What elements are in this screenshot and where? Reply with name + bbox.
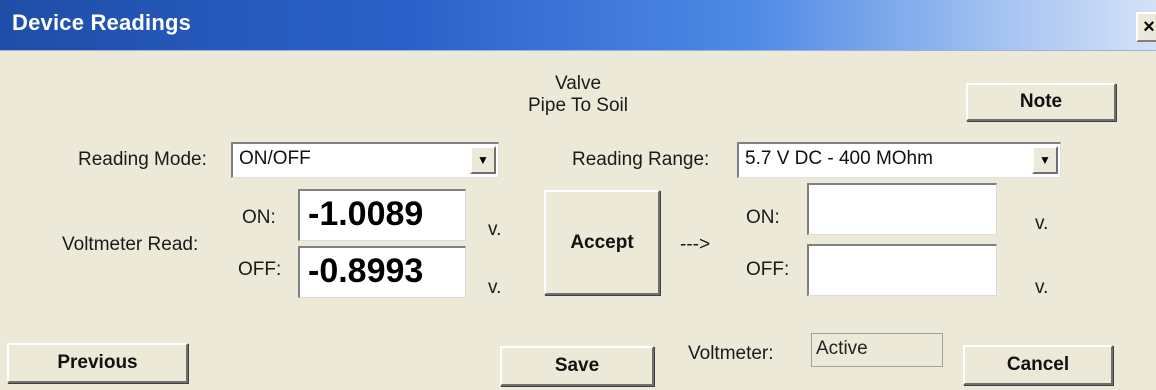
chevron-down-icon[interactable]: ▼ — [1032, 146, 1058, 174]
reading-range-label: Reading Range: — [572, 149, 710, 170]
on-label: ON: — [242, 207, 276, 228]
on-unit-label: v. — [488, 219, 502, 240]
off-unit-label: v. — [488, 277, 502, 298]
note-button[interactable]: Note — [966, 83, 1116, 121]
reading-mode-value: ON/OFF — [239, 148, 311, 169]
accepted-off-unit: v. — [1035, 277, 1049, 298]
save-button[interactable]: Save — [500, 346, 654, 386]
reading-range-value: 5.7 V DC - 400 MOhm — [745, 148, 933, 169]
voltmeter-status-label: Voltmeter: — [688, 343, 774, 364]
voltmeter-read-label: Voltmeter Read: — [62, 234, 199, 255]
voltmeter-status-field: Active — [811, 333, 943, 367]
off-label: OFF: — [238, 259, 282, 280]
window-title: Device Readings — [12, 10, 192, 35]
previous-button[interactable]: Previous — [7, 343, 188, 383]
on-reading-field: -1.0089 — [298, 189, 466, 241]
accept-button[interactable]: Accept — [544, 190, 660, 295]
chevron-down-icon[interactable]: ▼ — [470, 146, 496, 174]
reading-mode-label: Reading Mode: — [78, 149, 207, 170]
header-line-1: Valve — [554, 73, 602, 94]
off-reading-field: -0.8993 — [298, 246, 466, 298]
arrow-label: ---> — [680, 234, 711, 255]
close-icon[interactable]: × — [1136, 12, 1156, 42]
accepted-off-label: OFF: — [746, 259, 790, 280]
title-bar: Device Readings × — [0, 0, 1156, 51]
accepted-on-label: ON: — [746, 207, 780, 228]
reading-range-select[interactable]: 5.7 V DC - 400 MOhm ▼ — [737, 142, 1061, 178]
reading-mode-select[interactable]: ON/OFF ▼ — [231, 142, 499, 178]
accepted-on-unit: v. — [1035, 213, 1049, 234]
cancel-button[interactable]: Cancel — [963, 345, 1113, 385]
accepted-off-field[interactable] — [807, 244, 997, 296]
header-line-2: Pipe To Soil — [528, 95, 628, 116]
accepted-on-field[interactable] — [807, 183, 997, 235]
